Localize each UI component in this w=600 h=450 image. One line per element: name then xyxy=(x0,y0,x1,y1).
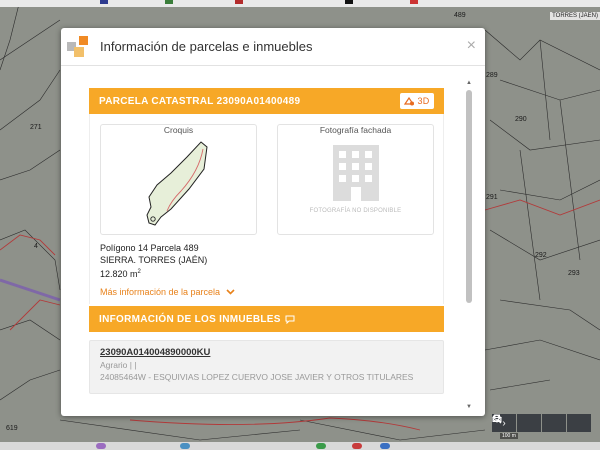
3d-icon xyxy=(404,96,415,105)
map-parcel-label: 619 xyxy=(6,425,18,432)
dialog-title: Información de parcelas e inmuebles xyxy=(100,39,313,54)
fachada-title: Fotografía fachada xyxy=(319,125,392,135)
parcela-location: SIERRA. TORRES (JAÉN) xyxy=(100,255,208,265)
dialog-content[interactable]: PARCELA CATASTRAL 23090A01400489 3D Croq… xyxy=(89,88,473,410)
parcel-sketch xyxy=(146,141,208,226)
bottom-toolbar xyxy=(0,442,600,450)
map-legend-strip xyxy=(0,0,600,7)
inmueble-owner: 24085464W - ESQUIVIAS LOPEZ CUERVO JOSE … xyxy=(100,372,414,382)
parcela-info: Polígono 14 Parcela 489 SIERRA. TORRES (… xyxy=(100,242,207,280)
parcela-header: PARCELA CATASTRAL 23090A01400489 3D xyxy=(89,88,444,114)
chevron-down-icon xyxy=(226,289,235,295)
croquis-title: Croquis xyxy=(163,125,194,135)
map-parcel-label: 290 xyxy=(515,116,527,123)
layers-icon[interactable] xyxy=(492,414,566,432)
parcela-title: PARCELA CATASTRAL 23090A01400489 xyxy=(99,95,301,107)
parcel-info-icon xyxy=(67,36,89,58)
fachada-panel: Fotografía fachada FOTOGRAFÍA NO DISPONI… xyxy=(277,124,434,235)
view-3d-label: 3D xyxy=(417,96,430,106)
inmuebles-title: INFORMACIÓN DE LOS INMUEBLES xyxy=(99,313,281,325)
inmuebles-header: INFORMACIÓN DE LOS INMUEBLES xyxy=(89,306,444,332)
scroll-up-icon[interactable]: ▲ xyxy=(465,80,473,86)
view-3d-button[interactable]: 3D xyxy=(400,93,434,109)
map-parcel-label: 292 xyxy=(535,252,547,259)
map-controls: › xyxy=(492,414,591,432)
chat-icon xyxy=(285,315,295,324)
map-parcel-label: 489 xyxy=(454,12,466,19)
map-scale: 100 m xyxy=(500,433,518,439)
inmueble-card[interactable]: 23090A014004890000KU Agrario | | 2408546… xyxy=(89,340,444,394)
poligono-parcela: Polígono 14 Parcela 489 xyxy=(100,243,199,253)
no-photo-text: FOTOGRAFÍA NO DISPONIBLE xyxy=(309,208,402,214)
parcel-info-dialog: Información de parcelas e inmuebles × PA… xyxy=(61,28,485,416)
search-icon[interactable] xyxy=(492,414,541,432)
dialog-scrollbar[interactable]: ▲ ▼ xyxy=(465,80,473,410)
map-parcel-label: 289 xyxy=(486,72,498,79)
area-value: 12.820 m xyxy=(100,269,138,279)
inmueble-use: Agrario | | xyxy=(100,360,137,370)
print-icon[interactable] xyxy=(492,414,591,432)
town-label: TORRES (JAEN) xyxy=(550,12,600,20)
parcela-area: 12.820 m2 xyxy=(100,266,207,280)
dialog-header: Información de parcelas e inmuebles × xyxy=(61,28,485,66)
more-info-link[interactable]: Más información de la parcela xyxy=(100,287,235,297)
inmueble-ref-link[interactable]: 23090A014004890000KU xyxy=(100,347,433,358)
map-parcel-label: 293 xyxy=(568,270,580,277)
map-parcel-label: 4 xyxy=(34,243,38,250)
parcela-details: Croquis Fotografía fachada FOTOGRAFÍA NO… xyxy=(89,114,444,304)
map-parcel-label: 291 xyxy=(486,194,498,201)
map-parcel-label: 271 xyxy=(30,124,42,131)
croquis-panel[interactable]: Croquis xyxy=(100,124,257,235)
area-unit-sup: 2 xyxy=(137,269,141,275)
scroll-thumb[interactable] xyxy=(466,90,472,303)
more-info-label: Más información de la parcela xyxy=(100,287,221,297)
scroll-down-icon[interactable]: ▼ xyxy=(465,404,473,410)
close-icon[interactable]: × xyxy=(467,38,476,54)
building-icon xyxy=(333,145,379,201)
